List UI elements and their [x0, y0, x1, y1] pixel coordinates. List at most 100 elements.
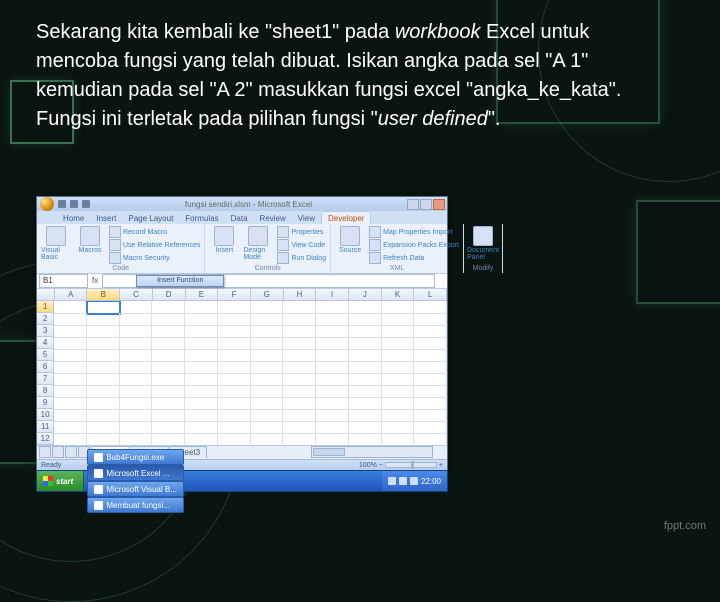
cell-D12[interactable] [152, 433, 185, 445]
row-header-3[interactable]: 3 [37, 325, 54, 337]
ribbon-tab-developer[interactable]: Developer [321, 211, 371, 224]
taskbar-button[interactable]: Microsoft Visual B... [87, 481, 184, 497]
sheet-nav-first[interactable] [39, 446, 51, 458]
grid[interactable]: ABCDEFGHIJKL 123456789101112 [37, 289, 447, 445]
cell-K12[interactable] [382, 433, 415, 445]
cell-I12[interactable] [316, 433, 349, 445]
select-all-corner[interactable] [37, 289, 55, 301]
tray-icon[interactable] [410, 477, 418, 485]
col-header-E[interactable]: E [186, 289, 219, 301]
col-header-I[interactable]: I [316, 289, 349, 301]
ribbon-item[interactable]: Refresh Data [369, 252, 459, 264]
name-box[interactable]: B1 [39, 274, 88, 288]
tray-icon[interactable] [388, 477, 396, 485]
col-header-F[interactable]: F [218, 289, 251, 301]
row-header-10[interactable]: 10 [37, 409, 54, 421]
visual-basic-icon [46, 226, 66, 246]
cell-A12[interactable] [54, 433, 87, 445]
ribbon-item[interactable]: Record Macro [109, 226, 200, 238]
row-header-6[interactable]: 6 [37, 361, 54, 373]
ribbon-button-design-mode[interactable]: Design Mode [243, 226, 273, 261]
col-header-H[interactable]: H [284, 289, 317, 301]
qat-undo-icon[interactable] [70, 200, 78, 208]
col-header-B[interactable]: B [87, 289, 120, 301]
minimize-button[interactable] [407, 199, 419, 210]
start-label: start [56, 477, 73, 486]
cell-G12[interactable] [251, 433, 284, 445]
row-header-2[interactable]: 2 [37, 313, 54, 325]
ribbon-group-code: Visual BasicMacros Record MacroUse Relati… [37, 224, 205, 273]
cell-H12[interactable] [283, 433, 316, 445]
qat-redo-icon[interactable] [82, 200, 90, 208]
ribbon-button-visual-basic[interactable]: Visual Basic [41, 226, 71, 261]
zoom-control[interactable]: 100% −+ [359, 462, 443, 469]
ribbon-tab-insert[interactable]: Insert [90, 212, 122, 224]
slide-paragraph: Sekarang kita kembali ke "sheet1" pada w… [36, 18, 656, 134]
qat-save-icon[interactable] [58, 200, 66, 208]
ribbon-tab-review[interactable]: Review [254, 212, 292, 224]
ribbon-group-controls: InsertDesign Mode PropertiesView CodeRun … [205, 224, 331, 273]
ribbon-item-icon [369, 239, 381, 251]
ribbon-item[interactable]: Run Dialog [277, 252, 326, 264]
ribbon-button-source[interactable]: Source [335, 226, 365, 254]
ribbon-tab-page-layout[interactable]: Page Layout [122, 212, 179, 224]
cell-B12[interactable] [87, 433, 120, 445]
ribbon-tab-formulas[interactable]: Formulas [179, 212, 224, 224]
cell-C12[interactable] [120, 433, 153, 445]
row-header-11[interactable]: 11 [37, 421, 54, 433]
row-header-5[interactable]: 5 [37, 349, 54, 361]
ribbon-button-insert[interactable]: Insert [209, 226, 239, 254]
taskbar-button[interactable]: Bab4Fungsi.exe [87, 449, 184, 465]
app-icon [94, 501, 103, 510]
cell-F12[interactable] [218, 433, 251, 445]
app-icon [94, 469, 103, 478]
windows-logo-icon [43, 476, 53, 486]
row-header-4[interactable]: 4 [37, 337, 54, 349]
insert-function-dialog[interactable]: Insert Function [136, 275, 224, 287]
ribbon-item[interactable]: Map Properties Import [369, 226, 459, 238]
system-tray[interactable]: 22:00 [382, 471, 447, 491]
office-button[interactable] [40, 197, 54, 211]
col-header-K[interactable]: K [382, 289, 415, 301]
col-header-A[interactable]: A [55, 289, 88, 301]
row-header-9[interactable]: 9 [37, 397, 54, 409]
tray-icon[interactable] [399, 477, 407, 485]
ribbon-item[interactable]: Expansion Packs Export [369, 239, 459, 251]
clock: 22:00 [421, 477, 441, 486]
app-icon [94, 485, 103, 494]
col-header-D[interactable]: D [153, 289, 186, 301]
cell-J12[interactable] [349, 433, 382, 445]
col-header-C[interactable]: C [120, 289, 153, 301]
ribbon-item[interactable]: Properties [277, 226, 326, 238]
ribbon-tab-view[interactable]: View [292, 212, 321, 224]
ribbon-item[interactable]: View Code [277, 239, 326, 251]
horizontal-scrollbar[interactable] [311, 446, 433, 458]
formula-bar[interactable]: Insert Function [102, 274, 435, 288]
sheet-nav-prev[interactable] [52, 446, 64, 458]
taskbar-button[interactable]: Microsoft Excel ... [87, 465, 184, 481]
maximize-button[interactable] [420, 199, 432, 210]
start-button[interactable]: start [37, 471, 84, 491]
col-header-G[interactable]: G [251, 289, 284, 301]
ribbon-tab-data[interactable]: Data [225, 212, 254, 224]
cell-E12[interactable] [185, 433, 218, 445]
cell-L12[interactable] [414, 433, 447, 445]
ribbon-item-icon [109, 252, 121, 264]
row-header-8[interactable]: 8 [37, 385, 54, 397]
close-button[interactable] [433, 199, 445, 210]
row-header-1[interactable]: 1 [37, 301, 54, 313]
ribbon-item[interactable]: Macro Security [109, 252, 200, 264]
row-header-7[interactable]: 7 [37, 373, 54, 385]
ribbon-group-modify: Document PanelModify [464, 224, 503, 273]
ribbon-tab-home[interactable]: Home [57, 212, 90, 224]
ribbon-button-macros[interactable]: Macros [75, 226, 105, 254]
fx-icon[interactable]: fx [88, 276, 102, 285]
sheet-nav-next[interactable] [65, 446, 77, 458]
row-header-12[interactable]: 12 [37, 433, 54, 445]
taskbar-button[interactable]: Membuat fungsi... [87, 497, 184, 513]
status-text: Ready [41, 462, 61, 469]
col-header-L[interactable]: L [414, 289, 447, 301]
ribbon-button-document-panel[interactable]: Document Panel [468, 226, 498, 261]
col-header-J[interactable]: J [349, 289, 382, 301]
ribbon-item[interactable]: Use Relative References [109, 239, 200, 251]
